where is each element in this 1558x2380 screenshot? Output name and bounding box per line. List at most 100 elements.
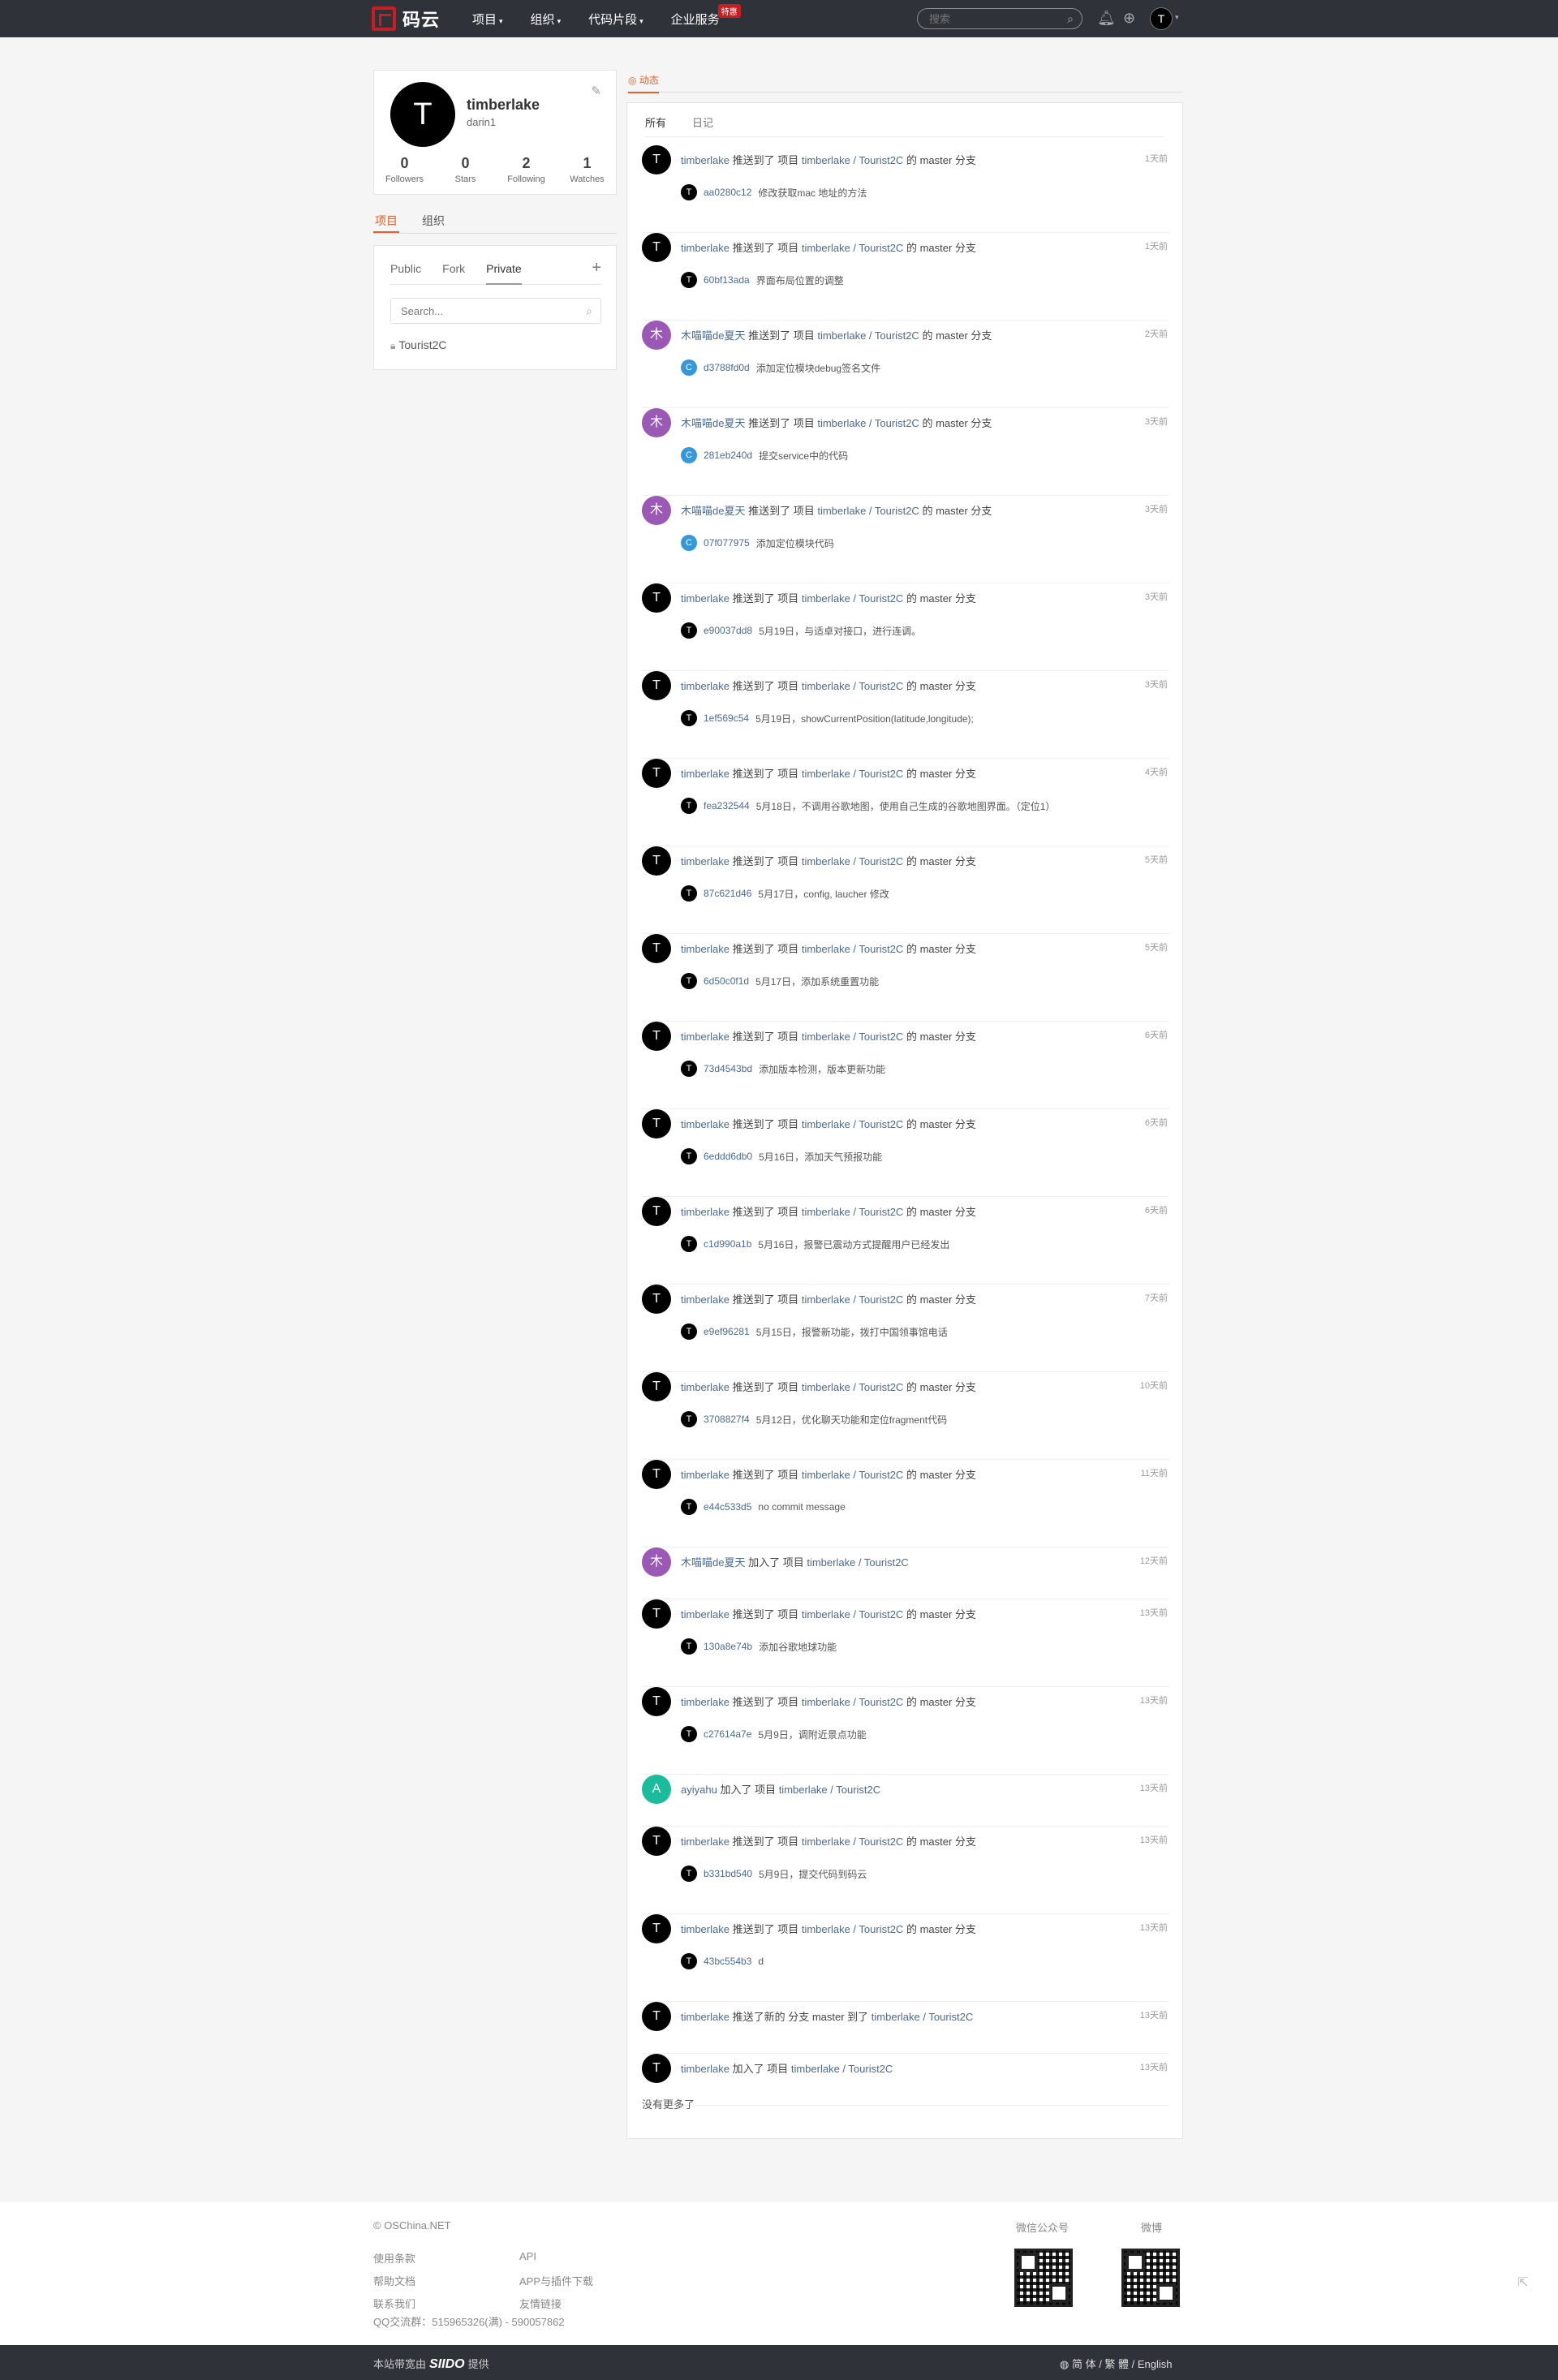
actor-avatar[interactable]: T [642, 1687, 671, 1716]
actor-avatar[interactable]: T [642, 1109, 671, 1138]
commit-sha[interactable]: 281eb240d [704, 450, 752, 461]
commit-sha[interactable]: e9ef96281 [704, 1326, 750, 1337]
actor-avatar[interactable]: T [642, 846, 671, 876]
repo-link[interactable]: timberlake / Tourist2C [802, 1293, 903, 1306]
repo-link[interactable]: timberlake / Tourist2C [802, 680, 903, 692]
stat-watches[interactable]: 1 Watches [557, 155, 618, 184]
actor-link[interactable]: timberlake [681, 592, 730, 605]
repo-item[interactable]: 🔒︎ Tourist2C [390, 338, 447, 352]
repo-tab-public[interactable]: Public [390, 262, 421, 284]
actor-avatar[interactable]: 木 [642, 408, 671, 437]
repo-search-input[interactable] [391, 299, 570, 323]
repo-link[interactable]: timberlake / Tourist2C [802, 1696, 903, 1708]
repo-link[interactable]: timberlake / Tourist2C [802, 1923, 903, 1935]
actor-link[interactable]: timberlake [681, 1381, 730, 1393]
sponsor-logo[interactable]: SIIDO [429, 2357, 465, 2371]
commit-sha[interactable]: d3788fd0d [704, 362, 750, 373]
actor-link[interactable]: timberlake [681, 943, 730, 955]
tab-activity[interactable]: ◎ 动态 [628, 73, 659, 93]
search-icon[interactable]: ⌕ [1067, 12, 1074, 26]
actor-link[interactable]: timberlake [681, 2063, 730, 2075]
repo-link[interactable]: timberlake / Tourist2C [807, 1556, 908, 1569]
filter-diary[interactable]: 日记 [692, 114, 713, 136]
commit-sha[interactable]: e44c533d5 [704, 1501, 751, 1513]
link-contact[interactable]: 联系我们 [373, 2296, 415, 2311]
link-api[interactable]: API [519, 2250, 536, 2262]
repo-link[interactable]: timberlake / Tourist2C [802, 242, 903, 254]
user-avatar[interactable]: T [1150, 7, 1173, 30]
tab-projects[interactable]: 项目 [373, 209, 399, 233]
commit-sha[interactable]: b331bd540 [704, 1868, 752, 1879]
actor-avatar[interactable]: T [642, 2054, 671, 2083]
commit-sha[interactable]: fea232544 [704, 800, 750, 811]
repo-link[interactable]: timberlake / Tourist2C [802, 154, 903, 166]
actor-link[interactable]: 木喵喵de夏天 [681, 329, 745, 342]
actor-link[interactable]: timberlake [681, 1608, 730, 1620]
repo-link[interactable]: timberlake / Tourist2C [802, 1836, 903, 1848]
repo-tab-fork[interactable]: Fork [442, 262, 465, 284]
actor-avatar[interactable]: T [642, 1460, 671, 1489]
plus-circle-icon[interactable]: ⊕ [1123, 10, 1135, 27]
commit-sha[interactable]: 60bf13ada [704, 274, 750, 286]
stat-following[interactable]: 2 Following [496, 155, 557, 184]
repo-link[interactable]: timberlake / Tourist2C [802, 1469, 903, 1481]
actor-avatar[interactable]: T [642, 759, 671, 788]
actor-link[interactable]: timberlake [681, 1118, 730, 1130]
actor-link[interactable]: timberlake [681, 855, 730, 867]
actor-avatar[interactable]: T [642, 671, 671, 700]
stat-followers[interactable]: 0 Followers [374, 155, 435, 184]
nav-projects[interactable]: 项目 ▾ [472, 11, 503, 28]
repo-link[interactable]: timberlake / Tourist2C [817, 505, 919, 517]
actor-link[interactable]: timberlake [681, 1696, 730, 1708]
commit-sha[interactable]: 130a8e74b [704, 1641, 752, 1652]
search-input[interactable] [918, 9, 1056, 28]
repo-link[interactable]: timberlake / Tourist2C [817, 329, 919, 342]
actor-link[interactable]: 木喵喵de夏天 [681, 417, 745, 429]
repo-link[interactable]: timberlake / Tourist2C [817, 417, 919, 429]
actor-link[interactable]: timberlake [681, 154, 730, 166]
actor-avatar[interactable]: A [642, 1775, 671, 1804]
commit-sha[interactable]: 07f077975 [704, 537, 750, 549]
global-search[interactable]: ⌕ [917, 8, 1082, 29]
repo-tab-private[interactable]: Private [486, 262, 522, 285]
chevron-down-icon[interactable]: ▾ [1175, 13, 1179, 22]
nav-organizations[interactable]: 组织 ▾ [531, 11, 562, 28]
repo-link[interactable]: timberlake / Tourist2C [802, 768, 903, 780]
actor-avatar[interactable]: T [642, 1372, 671, 1401]
repo-link[interactable]: timberlake / Tourist2C [802, 943, 903, 955]
actor-avatar[interactable]: 木 [642, 496, 671, 525]
commit-sha[interactable]: 3708827f4 [704, 1414, 750, 1425]
actor-avatar[interactable]: T [642, 145, 671, 174]
actor-link[interactable]: ayiyahu [681, 1784, 717, 1796]
commit-sha[interactable]: c1d990a1b [704, 1238, 751, 1250]
repo-link[interactable]: timberlake / Tourist2C [802, 1031, 903, 1043]
link-app-download[interactable]: APP与插件下载 [519, 2273, 593, 2288]
actor-link[interactable]: timberlake [681, 680, 730, 692]
actor-avatar[interactable]: T [642, 1599, 671, 1629]
filter-all[interactable]: 所有 [645, 114, 666, 136]
commit-sha[interactable]: aa0280c12 [704, 187, 751, 198]
nav-snippets[interactable]: 代码片段 ▾ [588, 11, 643, 28]
link-help[interactable]: 帮助文档 [373, 2273, 415, 2288]
actor-avatar[interactable]: 木 [642, 321, 671, 350]
link-terms[interactable]: 使用条款 [373, 2250, 415, 2266]
commit-sha[interactable]: 1ef569c54 [704, 712, 749, 724]
actor-avatar[interactable]: 木 [642, 1547, 671, 1577]
edit-icon[interactable]: ✎ [591, 84, 601, 98]
actor-link[interactable]: timberlake [681, 1031, 730, 1043]
bell-icon[interactable]: 🔔︎ [1097, 10, 1116, 27]
actor-avatar[interactable]: T [642, 2002, 671, 2031]
commit-sha[interactable]: 6eddd6db0 [704, 1151, 752, 1162]
repo-link[interactable]: timberlake / Tourist2C [802, 1118, 903, 1130]
actor-avatar[interactable]: T [642, 1197, 671, 1226]
repo-link[interactable]: timberlake / Tourist2C [872, 2011, 973, 2023]
actor-link[interactable]: timberlake [681, 768, 730, 780]
link-friends[interactable]: 友情链接 [519, 2296, 562, 2311]
repo-link[interactable]: timberlake / Tourist2C [802, 592, 903, 605]
nav-enterprise[interactable]: 企业服务 特惠 [671, 3, 741, 28]
actor-avatar[interactable]: T [642, 934, 671, 963]
actor-avatar[interactable]: T [642, 1022, 671, 1051]
repo-link[interactable]: timberlake / Tourist2C [802, 1608, 903, 1620]
actor-link[interactable]: timberlake [681, 1923, 730, 1935]
actor-avatar[interactable]: T [642, 1914, 671, 1943]
